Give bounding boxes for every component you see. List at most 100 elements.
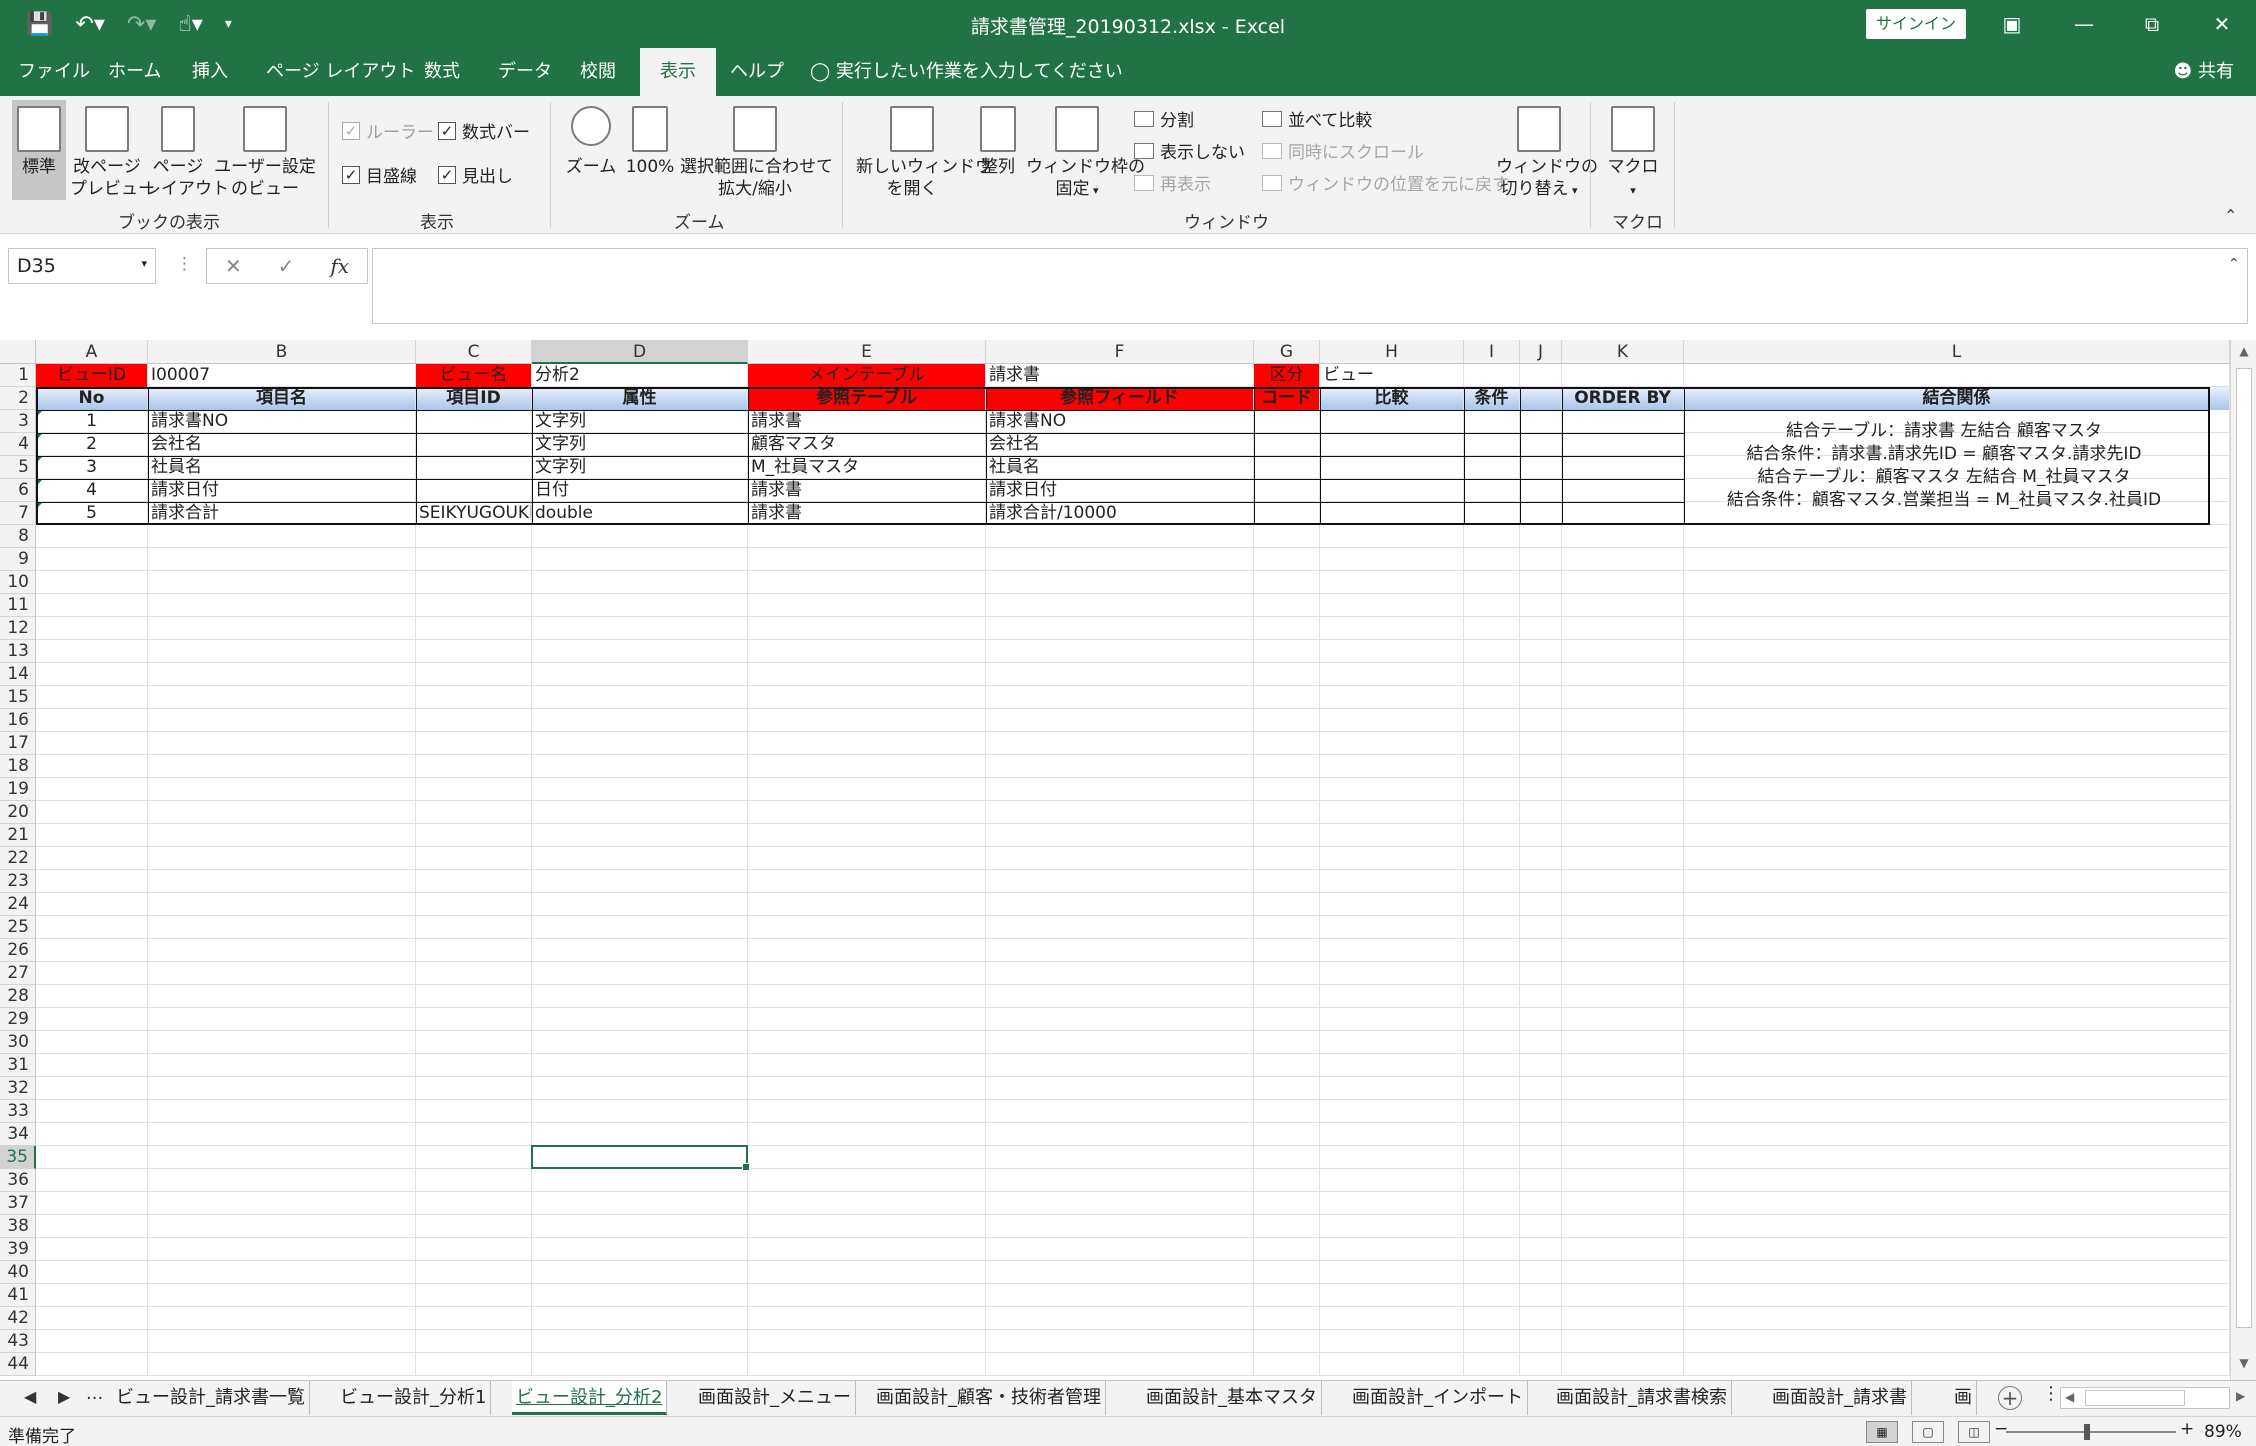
row-header[interactable]: 9 [0, 548, 36, 571]
horizontal-scroll-thumb[interactable] [2085, 1390, 2185, 1406]
macros-button[interactable]: マクロ ▾ [1600, 106, 1666, 202]
cell-d1[interactable]: 分析2 [532, 364, 747, 387]
cell-f4[interactable]: 会社名 [986, 433, 1253, 456]
tab-help[interactable]: ヘルプ [730, 48, 784, 96]
cell-f7[interactable]: 請求合計/10000 [986, 502, 1253, 525]
row-header[interactable]: 42 [0, 1307, 36, 1330]
row-header[interactable]: 31 [0, 1054, 36, 1077]
headings-checkbox[interactable]: ✓ 見出し [438, 162, 513, 187]
sheet-tab[interactable]: 画面設計_メニュー [694, 1381, 856, 1415]
row-header[interactable]: 14 [0, 663, 36, 686]
zoom-in-icon[interactable]: + [2180, 1419, 2194, 1439]
row-header[interactable]: 29 [0, 1008, 36, 1031]
tab-page-layout[interactable]: ページ レイアウト [266, 48, 415, 96]
cancel-icon[interactable]: ✕ [225, 254, 242, 278]
cell-a6[interactable]: 4 [36, 479, 147, 502]
header-cell-g[interactable]: コード [1254, 387, 1319, 410]
sheet-bar-resize-icon[interactable]: ⋮ [2042, 1383, 2060, 1404]
row-header[interactable]: 13 [0, 640, 36, 663]
sheet-tab[interactable]: 画面設計_基本マスタ [1142, 1381, 1322, 1415]
row-header[interactable]: 25 [0, 916, 36, 939]
row-header[interactable]: 38 [0, 1215, 36, 1238]
tab-formulas[interactable]: 数式 [424, 48, 460, 96]
row-header[interactable]: 19 [0, 778, 36, 801]
header-cell-k[interactable]: ORDER BY [1562, 387, 1683, 410]
row-header[interactable]: 8 [0, 525, 36, 548]
header-cell-h[interactable]: 比較 [1320, 387, 1463, 410]
close-icon[interactable]: ✕ [2202, 6, 2242, 42]
header-cell-e[interactable]: 参照テーブル [748, 387, 985, 410]
new-window-button[interactable]: 新しいウィンドウ を開く [856, 106, 992, 200]
cell-d7[interactable]: double [532, 502, 747, 525]
vertical-scrollbar[interactable]: ▲ ▼ [2230, 340, 2256, 1380]
horizontal-scrollbar[interactable]: ◀ [2060, 1387, 2230, 1409]
cell-e6[interactable]: 請求書 [748, 479, 985, 502]
column-header-h[interactable]: H [1320, 340, 1464, 364]
header-cell-j[interactable] [1520, 387, 1561, 410]
page-break-icon[interactable]: ◫ [1958, 1421, 1990, 1443]
row-header[interactable]: 1 [0, 364, 36, 387]
hide-button[interactable]: 表示しない [1134, 138, 1245, 163]
column-header-j[interactable]: J [1520, 340, 1562, 364]
row-header[interactable]: 37 [0, 1192, 36, 1215]
share-button[interactable]: ☻ 共有 [2174, 48, 2235, 96]
cell-g1[interactable]: 区分 [1254, 364, 1319, 387]
tab-data[interactable]: データ [498, 48, 552, 96]
row-header[interactable]: 3 [0, 410, 36, 433]
row-header[interactable]: 41 [0, 1284, 36, 1307]
zoom-out-icon[interactable]: − [1994, 1419, 2008, 1439]
row-header[interactable]: 5 [0, 456, 36, 479]
add-sheet-icon[interactable]: + [1998, 1386, 2022, 1410]
freeze-panes-button[interactable]: ウィンドウ枠の 固定 ▾ [1026, 106, 1145, 202]
scroll-thumb[interactable] [2236, 368, 2252, 1328]
normal-view-icon[interactable]: ▦ [1866, 1421, 1898, 1443]
row-header[interactable]: 7 [0, 502, 36, 525]
ruler-checkbox[interactable]: ✓ ルーラー [342, 118, 434, 143]
more-sheets-button[interactable]: ... [86, 1383, 103, 1404]
row-header[interactable]: 4 [0, 433, 36, 456]
worksheet-grid[interactable]: ABCDEFGHIJKL 1 2 3 4 5 6 7 8 9 10 11 12 13 14 15 16 17 18… [0, 340, 2230, 1380]
cell-h1[interactable]: ビュー [1320, 364, 1463, 387]
ribbon-display-icon[interactable]: ▣ [1992, 6, 2032, 42]
signin-button[interactable]: サインイン [1866, 9, 1966, 39]
name-box[interactable]: D35 ▾ [8, 248, 156, 284]
column-header-a[interactable]: A [36, 340, 148, 364]
header-cell-f[interactable]: 参照フィールド [986, 387, 1253, 410]
zoom-to-selection-button[interactable]: 選択範囲に合わせて 拡大/縮小 [680, 106, 833, 200]
tell-me-search[interactable]: ◯ 実行したい作業を入力してください [810, 48, 1123, 96]
cell-e7[interactable]: 請求書 [748, 502, 985, 525]
cell-c7[interactable]: SEIKYUGOUKEI [416, 502, 531, 525]
enter-icon[interactable]: ✓ [278, 254, 295, 278]
tab-view[interactable]: 表示 [640, 48, 716, 96]
split-button[interactable]: 分割 [1134, 106, 1194, 131]
row-header[interactable]: 12 [0, 617, 36, 640]
cell-d3[interactable]: 文字列 [532, 410, 747, 433]
zoom-button[interactable]: ズーム [564, 106, 618, 178]
row-header[interactable]: 24 [0, 893, 36, 916]
sheet-tab[interactable]: 画面設計_顧客・技術者管理 [872, 1381, 1106, 1415]
cell-e4[interactable]: 顧客マスタ [748, 433, 985, 456]
page-layout-icon[interactable]: ▢ [1912, 1421, 1944, 1443]
column-header-b[interactable]: B [148, 340, 416, 364]
cell-f1[interactable]: 請求書 [986, 364, 1253, 387]
sheet-tab[interactable]: 画面設計_請求書 [1768, 1381, 1912, 1415]
row-header[interactable]: 11 [0, 594, 36, 617]
cell-b3[interactable]: 請求書NO [148, 410, 415, 433]
resize-handle-icon[interactable]: ⋮ [176, 254, 193, 274]
cell-c4[interactable] [416, 433, 531, 456]
unhide-button[interactable]: 再表示 [1134, 170, 1211, 195]
row-header[interactable]: 26 [0, 939, 36, 962]
row-header[interactable]: 32 [0, 1077, 36, 1100]
cell-f6[interactable]: 請求日付 [986, 479, 1253, 502]
cell-a3[interactable]: 1 [36, 410, 147, 433]
zoom-100-button[interactable]: 100% [622, 106, 678, 178]
sheet-tab[interactable]: ビュー設計_分析2 [512, 1381, 668, 1415]
tab-insert[interactable]: 挿入 [192, 48, 228, 96]
scroll-left-icon[interactable]: ◀ [2065, 1390, 2074, 1404]
column-header-d[interactable]: D [532, 340, 748, 364]
custom-views-button[interactable]: ユーザー設定 のビュー [214, 106, 316, 200]
column-header-i[interactable]: I [1464, 340, 1520, 364]
page-break-preview-button[interactable]: 改ページ プレビュー [70, 106, 155, 200]
cell-f5[interactable]: 社員名 [986, 456, 1253, 479]
collapse-ribbon-icon[interactable]: ⌃ [2224, 206, 2237, 225]
